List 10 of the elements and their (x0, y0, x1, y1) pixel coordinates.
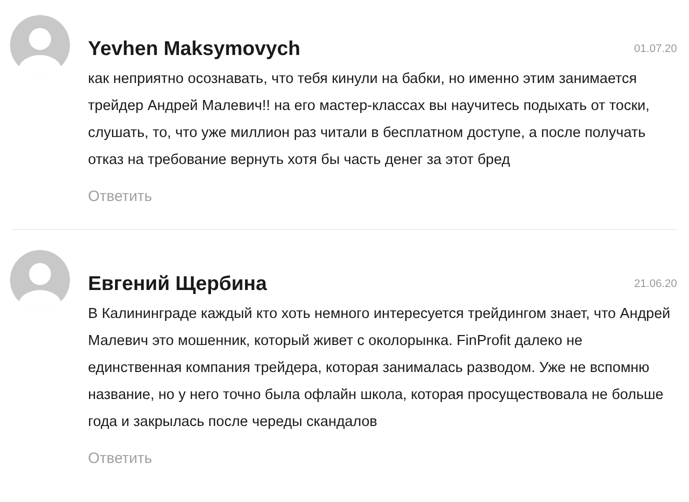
comment-date: 21.06.20 (634, 277, 677, 292)
comment-text: В Калининграде каждый кто хоть немного интересуется трейдингом знает, что Андрей Малевич это мошенник, который живет с околорынка. FinProfit далеко не единственная компания трейдера, которая занималась разводом. Уже не вспомню название, но у него точно была офлайн школа, которая просуществовала не больше года и закрылась после череды скандалов (88, 305, 672, 432)
comment-text: как неприятно осознавать, что тебя кинули на бабки, но именно этим занимается трейдер Андрей Малевич!! на его мастер-классах вы научитесь подыхать от тоски, слушать, то, что уже миллион раз читали в бесплатном доступе, а после получать отказ на требование вернуть хотя бы часть денег за этот бред (88, 70, 651, 170)
author-name: Yevhen Maksymovych (88, 37, 300, 61)
author-name: Евгений Щербина (88, 272, 267, 296)
avatar-icon (10, 15, 70, 75)
reply-link[interactable]: Ответить (88, 187, 152, 207)
avatar-icon (10, 250, 70, 310)
comment-date: 01.07.20 (634, 42, 677, 57)
reply-link[interactable]: Ответить (88, 449, 152, 469)
